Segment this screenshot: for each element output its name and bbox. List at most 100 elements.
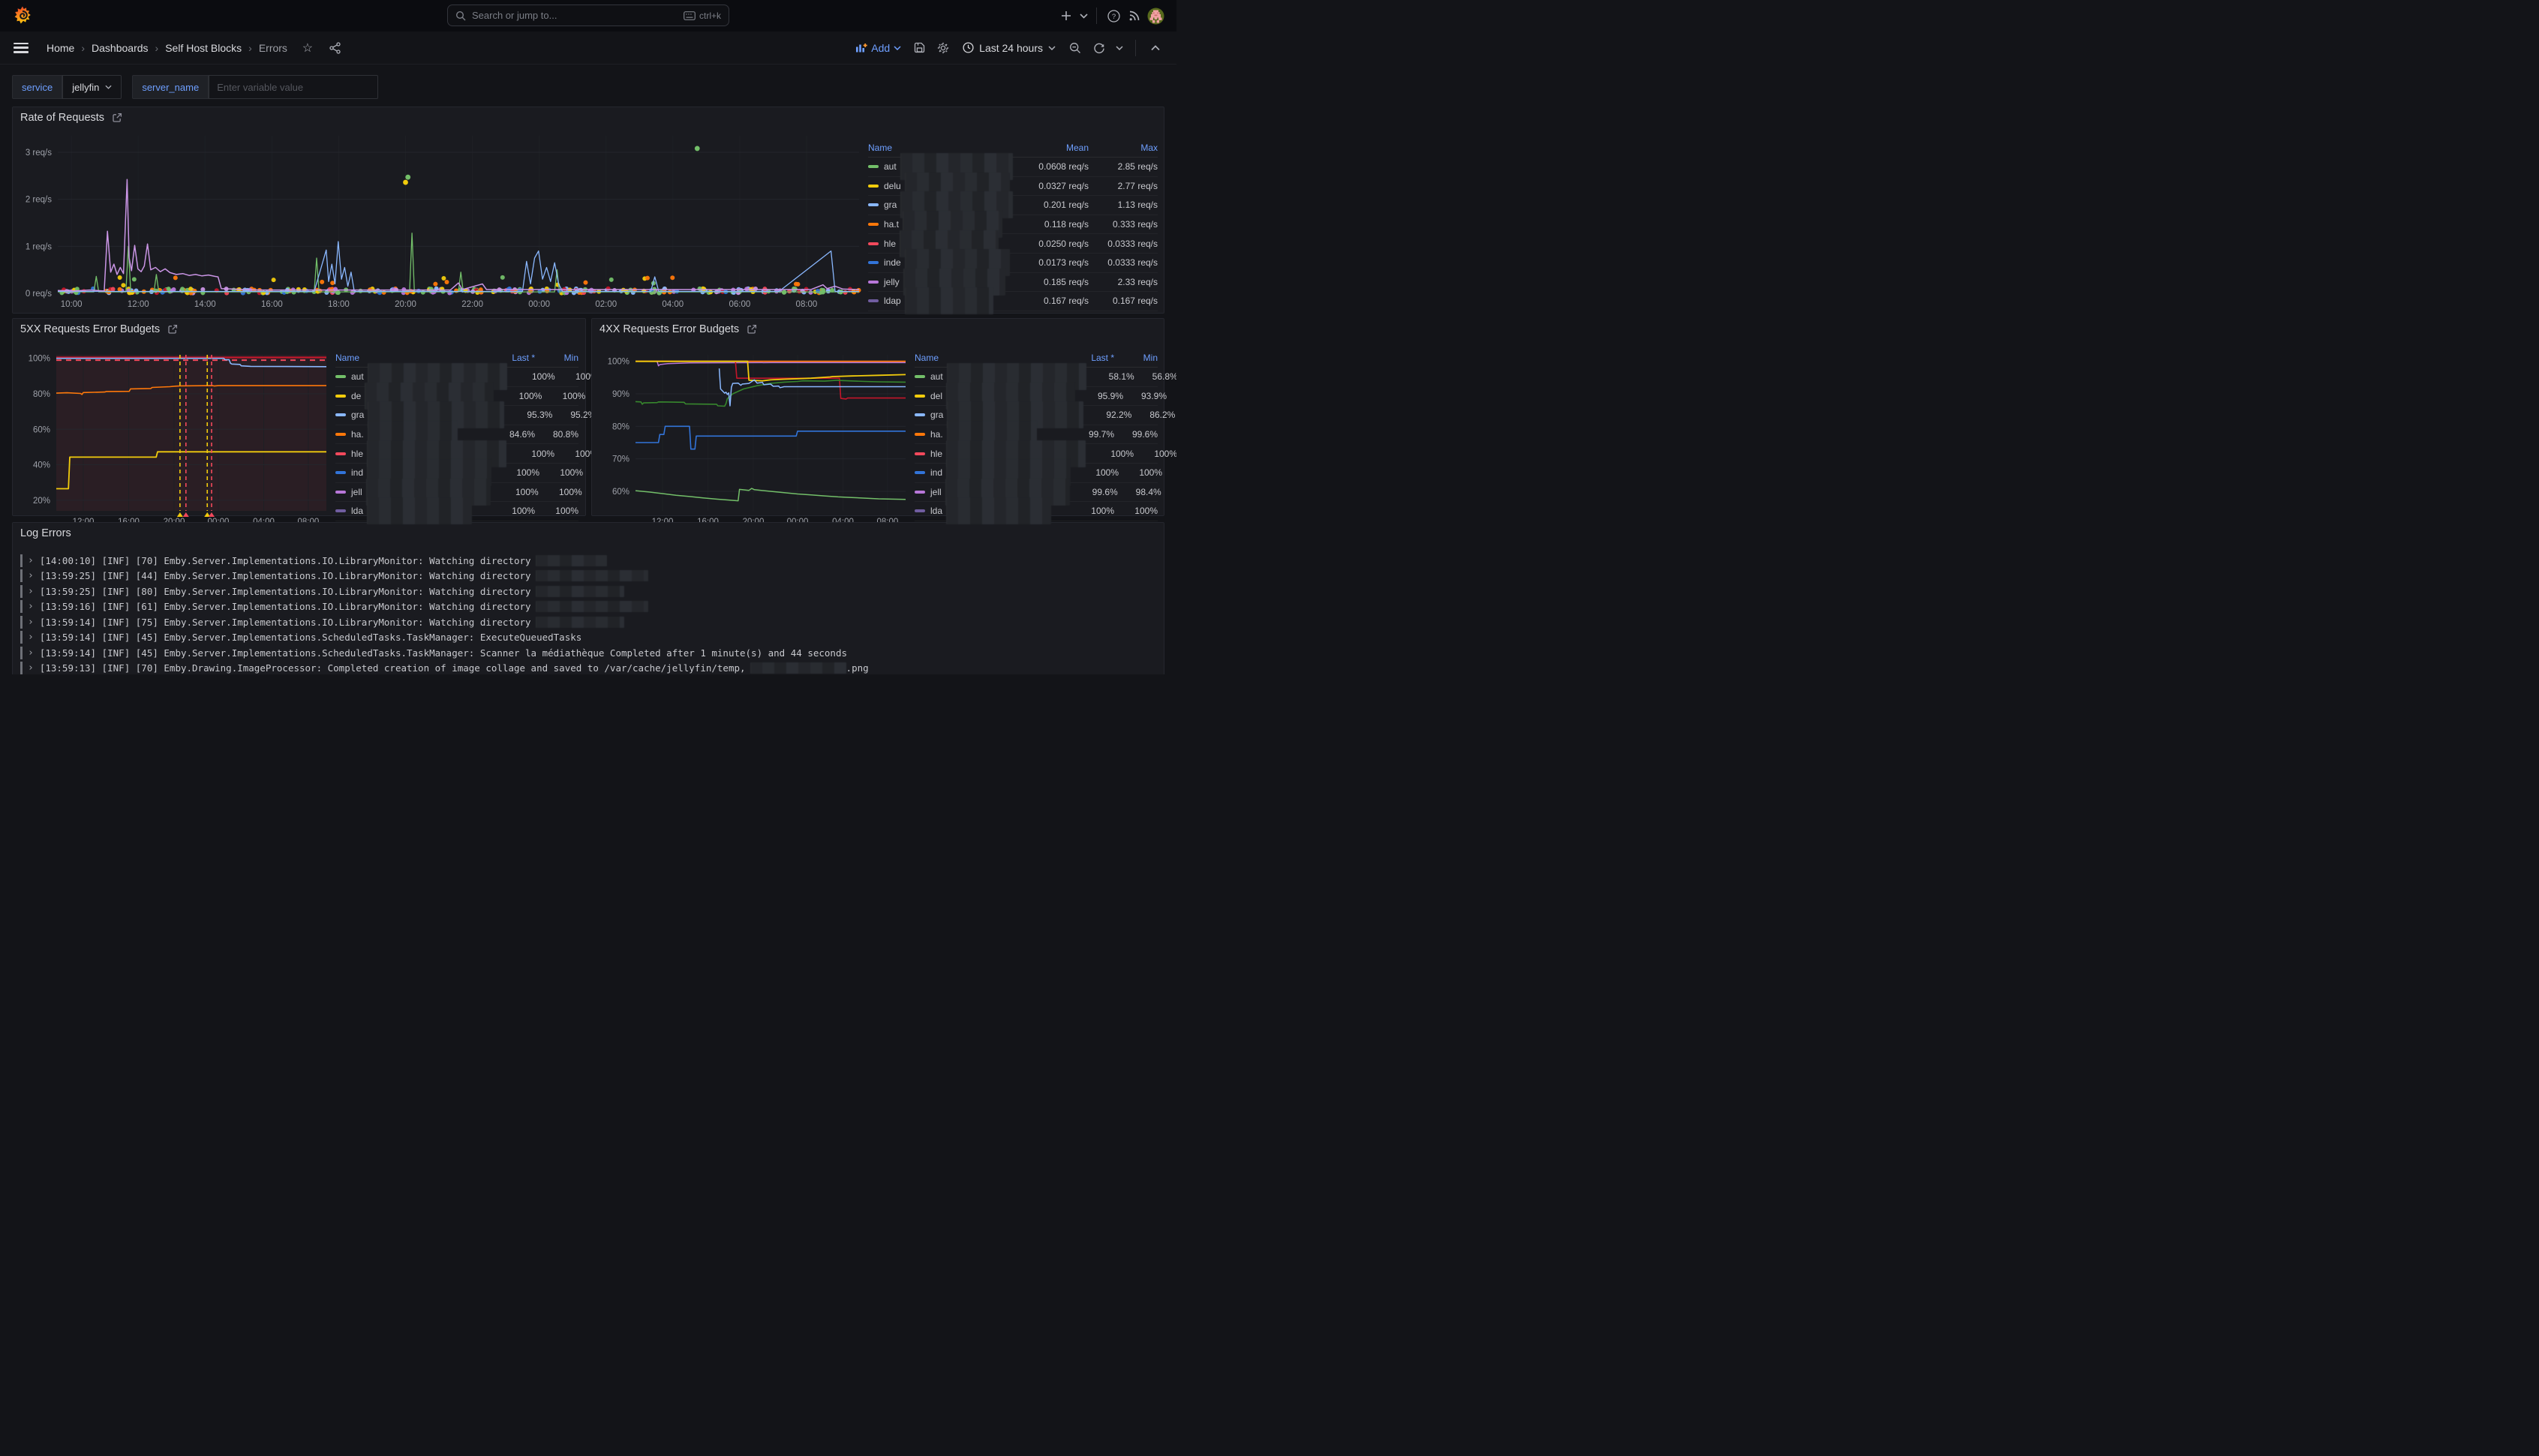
svg-text:04:00: 04:00 bbox=[662, 300, 684, 309]
4xx-error-budget-chart[interactable]: 60%70%80%90%100%12:0016:0020:0000:0004:0… bbox=[601, 350, 909, 529]
log-level-bar bbox=[20, 662, 23, 674]
save-dashboard-icon[interactable] bbox=[909, 38, 930, 59]
log-row[interactable]: › [13:59:13] [INF] [70] Emby.Drawing.Imag… bbox=[20, 661, 1156, 675]
svg-text:80%: 80% bbox=[33, 390, 50, 399]
log-row[interactable]: ›[13:59:16] [INF] [61] Emby.Server.Imple… bbox=[20, 599, 1156, 615]
log-message: [13:59:14] [INF] [75] Emby.Server.Implem… bbox=[40, 617, 531, 628]
external-link-icon[interactable] bbox=[112, 113, 122, 123]
series-name-prefix: del bbox=[930, 391, 942, 401]
log-message: [13:59:13] [INF] [70] Emby.Drawing.Image… bbox=[40, 662, 746, 674]
legend-col-last[interactable]: Last * bbox=[1066, 353, 1114, 363]
rate-of-requests-chart[interactable]: 0 req/s1 req/s2 req/s3 req/s10:0012:0014… bbox=[19, 131, 865, 311]
refresh-icon[interactable] bbox=[1089, 38, 1110, 59]
log-row[interactable]: › [13:59:14] [INF] [45] Emby.Server.Imple… bbox=[20, 630, 1156, 646]
legend-value-1: 100% bbox=[487, 506, 535, 516]
legend-row[interactable]: lda100%100% bbox=[915, 502, 1158, 521]
svg-text:20:00: 20:00 bbox=[395, 300, 416, 309]
series-color-swatch bbox=[868, 165, 879, 168]
log-expand-chevron-icon[interactable]: › bbox=[28, 586, 34, 597]
breadcrumb-home[interactable]: Home bbox=[47, 42, 74, 54]
series-name-prefix: ind bbox=[351, 467, 363, 478]
legend-value-2: 0.333 req/s bbox=[1089, 219, 1158, 230]
log-row[interactable]: ›[13:59:25] [INF] [80] Emby.Server.Imple… bbox=[20, 584, 1156, 599]
refresh-interval-chevron-icon[interactable] bbox=[1113, 38, 1126, 59]
5xx-error-budget-chart[interactable]: 20%40%60%80%100%12:0016:0020:0000:0004:0… bbox=[22, 350, 329, 529]
legend-row[interactable]: ldap0.167 req/s0.167 req/s bbox=[868, 292, 1158, 311]
series-name-prefix: jell bbox=[351, 487, 362, 497]
legend-col-max[interactable]: Max bbox=[1089, 143, 1158, 153]
legend-col-min[interactable]: Min bbox=[535, 353, 578, 363]
legend-value-1: 95.3% bbox=[504, 410, 552, 420]
grafana-logo-icon[interactable] bbox=[14, 6, 32, 26]
log-expand-chevron-icon[interactable]: › bbox=[28, 617, 34, 628]
time-range-picker[interactable]: Last 24 hours bbox=[957, 42, 1062, 54]
share-icon[interactable] bbox=[325, 38, 346, 59]
search-input[interactable]: Search or jump to... ctrl+k bbox=[447, 5, 729, 26]
legend-col-last[interactable]: Last * bbox=[487, 353, 535, 363]
legend-col-name[interactable]: Name bbox=[915, 353, 1066, 363]
log-expand-chevron-icon[interactable]: › bbox=[28, 555, 34, 566]
add-panel-button[interactable]: Add bbox=[851, 42, 906, 54]
series-name-prefix: hle bbox=[884, 239, 896, 249]
log-row[interactable]: ›[13:59:14] [INF] [45] Emby.Server.Imple… bbox=[20, 645, 1156, 661]
variable-service-label: service bbox=[12, 75, 62, 99]
redacted-log-text bbox=[536, 555, 607, 566]
legend-value-2: 100% bbox=[535, 506, 578, 516]
svg-text:100%: 100% bbox=[608, 358, 629, 367]
panel-title[interactable]: Log Errors bbox=[20, 527, 71, 539]
shortcut-hint: ctrl+k bbox=[684, 11, 721, 21]
external-link-icon[interactable] bbox=[747, 324, 757, 335]
legend-value-2: 86.2% bbox=[1131, 410, 1175, 420]
search-placeholder: Search or jump to... bbox=[472, 10, 678, 21]
log-row[interactable]: ›[13:59:25] [INF] [44] Emby.Server.Imple… bbox=[20, 569, 1156, 584]
redacted-log-text bbox=[536, 617, 624, 628]
collapse-toolbar-chevron-icon[interactable] bbox=[1145, 38, 1166, 59]
dashboard-settings-gear-icon[interactable] bbox=[933, 38, 954, 59]
zoom-out-icon[interactable] bbox=[1065, 38, 1086, 59]
legend-value-2: 95.2% bbox=[552, 410, 596, 420]
series-name-prefix: lda bbox=[351, 506, 363, 516]
legend-value-1: 99.6% bbox=[1070, 487, 1118, 497]
log-expand-chevron-icon[interactable]: › bbox=[28, 632, 34, 643]
legend-value-2: 0.0333 req/s bbox=[1089, 239, 1158, 249]
svg-text:60%: 60% bbox=[33, 425, 50, 434]
log-expand-chevron-icon[interactable]: › bbox=[28, 570, 34, 581]
legend-row[interactable]: lda 100%100% bbox=[335, 502, 578, 521]
breadcrumb-dashboards[interactable]: Dashboards bbox=[92, 42, 149, 54]
series-color-swatch bbox=[868, 281, 879, 284]
new-button[interactable] bbox=[1056, 5, 1077, 26]
help-icon[interactable]: ? bbox=[1103, 5, 1124, 26]
log-expand-chevron-icon[interactable]: › bbox=[28, 601, 34, 612]
log-row[interactable]: ›[14:00:10] [INF] [70] Emby.Server.Imple… bbox=[20, 553, 1156, 569]
panel-title[interactable]: 4XX Requests Error Budgets bbox=[599, 323, 757, 335]
legend-col-name[interactable]: Name bbox=[335, 353, 487, 363]
legend-value-2: 100% bbox=[1134, 449, 1176, 459]
log-expand-chevron-icon[interactable]: › bbox=[28, 647, 34, 659]
variable-service-dropdown[interactable]: jellyfin bbox=[62, 75, 122, 99]
log-message: [13:59:14] [INF] [45] Emby.Server.Implem… bbox=[40, 632, 581, 643]
menu-toggle-icon[interactable] bbox=[14, 43, 29, 53]
legend-value-1: 100% bbox=[491, 467, 539, 478]
legend-value-2: 100% bbox=[542, 391, 585, 401]
breadcrumb-folder[interactable]: Self Host Blocks bbox=[165, 42, 242, 54]
news-rss-icon[interactable] bbox=[1124, 5, 1145, 26]
log-row[interactable]: › [13:59:14] [INF] [75] Emby.Server.Imple… bbox=[20, 614, 1156, 630]
panel-title[interactable]: Rate of Requests bbox=[20, 112, 122, 124]
log-level-bar bbox=[20, 554, 23, 567]
user-avatar[interactable] bbox=[1145, 5, 1166, 26]
legend-col-name[interactable]: Name bbox=[868, 143, 1014, 153]
favorite-star-icon[interactable]: ☆ bbox=[297, 38, 318, 59]
breadcrumb-current: Errors bbox=[259, 42, 287, 54]
log-expand-chevron-icon[interactable]: › bbox=[28, 662, 34, 674]
series-color-swatch bbox=[335, 471, 346, 474]
log-lines: ›[14:00:10] [INF] [70] Emby.Server.Imple… bbox=[20, 553, 1156, 674]
variable-server-name-label: server_name bbox=[132, 75, 209, 99]
legend-col-min[interactable]: Min bbox=[1114, 353, 1158, 363]
variable-server-name-input[interactable]: Enter variable value bbox=[209, 75, 378, 99]
legend-col-mean[interactable]: Mean bbox=[1014, 143, 1089, 153]
new-menu-chevron-icon[interactable] bbox=[1077, 5, 1090, 26]
search-icon bbox=[455, 11, 466, 21]
series-name-prefix: ha. bbox=[930, 429, 943, 440]
external-link-icon[interactable] bbox=[167, 324, 178, 335]
panel-title[interactable]: 5XX Requests Error Budgets bbox=[20, 323, 178, 335]
